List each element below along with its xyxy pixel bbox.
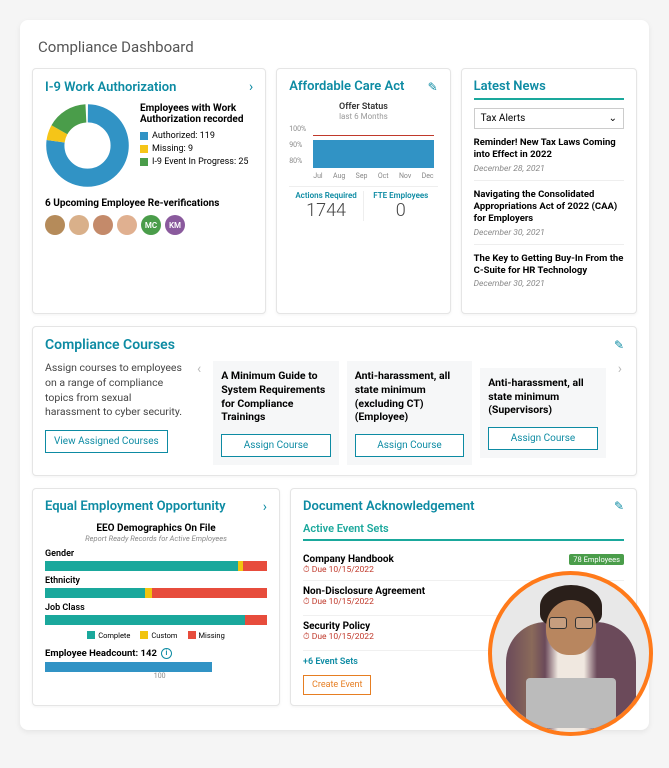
legend-missing: Missing: 9 bbox=[140, 144, 253, 154]
edit-icon[interactable]: ✎ bbox=[428, 80, 438, 94]
avatar-row: MCKM bbox=[45, 215, 253, 235]
chevron-right-icon[interactable]: › bbox=[616, 361, 624, 465]
legend-inprogress: I-9 Event In Progress: 25 bbox=[140, 157, 253, 167]
chevron-down-icon: ⌄ bbox=[609, 113, 617, 124]
headcount-bar bbox=[45, 662, 212, 672]
avatar[interactable] bbox=[69, 215, 89, 235]
i9-legend-title: Employees with Work Authorization record… bbox=[140, 103, 253, 125]
course-item: Anti-harassment, all state minimum (excl… bbox=[347, 361, 473, 465]
headcount-tick: 100 bbox=[154, 672, 267, 680]
aca-actions-required[interactable]: Actions Required 1744 bbox=[289, 191, 364, 221]
eeo-row: Ethnicity bbox=[45, 576, 267, 598]
avatar[interactable]: MC bbox=[141, 215, 161, 235]
i9-title: I-9 Work Authorization bbox=[45, 80, 176, 95]
course-item: A Minimum Guide to System Requirements f… bbox=[213, 361, 339, 465]
news-item[interactable]: The Key to Getting Buy-In From the C-Sui… bbox=[474, 253, 624, 296]
news-list: Reminder! New Tax Laws Coming into Effec… bbox=[474, 137, 624, 295]
chevron-left-icon[interactable]: ‹ bbox=[195, 361, 203, 465]
headcount-label: Employee Headcount: 142 i bbox=[45, 648, 267, 659]
chevron-right-icon[interactable]: › bbox=[249, 79, 253, 95]
more-event-sets-link[interactable]: +6 Event Sets bbox=[303, 657, 358, 667]
courses-card: Compliance Courses ✎ Assign courses to e… bbox=[32, 326, 637, 476]
eeo-chart-sub: Report Ready Records for Active Employee… bbox=[45, 534, 267, 543]
news-title: Latest News bbox=[474, 79, 624, 100]
aca-subtitle2: last 6 Months bbox=[289, 112, 437, 121]
courses-title: Compliance Courses bbox=[45, 337, 175, 353]
eeo-legend: Complete Custom Missing bbox=[45, 631, 267, 640]
doc-title: Document Acknowledgement bbox=[303, 499, 475, 514]
reverif-title: 6 Upcoming Employee Re-verifications bbox=[45, 198, 253, 209]
news-card: Latest News Tax Alerts ⌄ Reminder! New T… bbox=[461, 68, 637, 314]
create-event-button[interactable]: Create Event bbox=[303, 675, 371, 695]
course-item: Anti-harassment, all state minimum (Supe… bbox=[480, 368, 606, 458]
eeo-card: Equal Employment Opportunity › EEO Demog… bbox=[32, 488, 280, 706]
aca-subtitle: Offer Status bbox=[289, 102, 437, 112]
aca-title: Affordable Care Act bbox=[289, 79, 404, 94]
courses-intro: Assign courses to employees on a range o… bbox=[45, 361, 185, 465]
avatar[interactable] bbox=[93, 215, 113, 235]
avatar[interactable] bbox=[117, 215, 137, 235]
compliance-dashboard: Compliance Dashboard I-9 Work Authorizat… bbox=[20, 20, 649, 730]
avatar[interactable]: KM bbox=[165, 215, 185, 235]
news-category-select[interactable]: Tax Alerts ⌄ bbox=[474, 108, 624, 129]
course-list: A Minimum Guide to System Requirements f… bbox=[213, 361, 606, 465]
assign-course-button[interactable]: Assign Course bbox=[221, 434, 331, 457]
i9-donut-chart bbox=[45, 103, 130, 188]
i9-card: I-9 Work Authorization › Employees with … bbox=[32, 68, 266, 314]
chevron-right-icon[interactable]: › bbox=[263, 499, 267, 515]
page-title: Compliance Dashboard bbox=[38, 38, 637, 56]
edit-icon[interactable]: ✎ bbox=[614, 338, 624, 352]
eeo-row: Job Class bbox=[45, 603, 267, 625]
doc-subtitle: Active Event Sets bbox=[303, 522, 624, 541]
news-item[interactable]: Navigating the Consolidated Appropriatio… bbox=[474, 189, 624, 245]
aca-card: Affordable Care Act ✎ Offer Status last … bbox=[276, 68, 450, 314]
eeo-chart-title: EEO Demographics On File bbox=[45, 523, 267, 534]
eeo-row: Gender bbox=[45, 549, 267, 571]
view-assigned-courses-button[interactable]: View Assigned Courses bbox=[45, 430, 168, 453]
row-top: I-9 Work Authorization › Employees with … bbox=[32, 68, 637, 314]
assign-course-button[interactable]: Assign Course bbox=[355, 434, 465, 457]
eeo-title: Equal Employment Opportunity bbox=[45, 499, 226, 514]
avatar[interactable] bbox=[45, 215, 65, 235]
news-item[interactable]: Reminder! New Tax Laws Coming into Effec… bbox=[474, 137, 624, 181]
person-photo bbox=[488, 571, 653, 736]
assign-course-button[interactable]: Assign Course bbox=[488, 427, 598, 450]
aca-fte-employees[interactable]: FTE Employees 0 bbox=[364, 191, 438, 221]
edit-icon[interactable]: ✎ bbox=[614, 499, 624, 513]
aca-chart: 100% 90% 80% JulAugSepOctNovDec bbox=[289, 125, 437, 180]
info-icon[interactable]: i bbox=[161, 648, 172, 659]
aca-xaxis: JulAugSepOctNovDec bbox=[313, 172, 433, 180]
legend-authorized: Authorized: 119 bbox=[140, 131, 253, 141]
